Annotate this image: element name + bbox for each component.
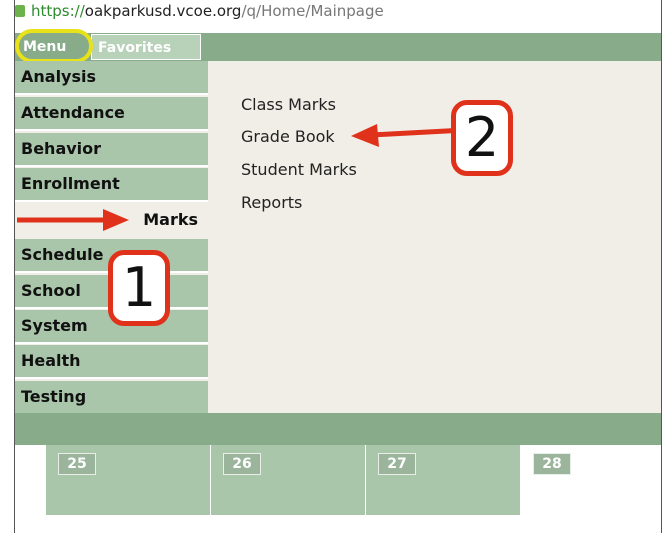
- submenu-item-grade-book[interactable]: Grade Book: [241, 127, 335, 146]
- submenu-item-reports[interactable]: Reports: [241, 193, 302, 212]
- tab-favorites[interactable]: Favorites: [91, 34, 201, 60]
- url-host: oakparkusd.vcoe.org: [84, 2, 242, 20]
- submenu-item-student-marks[interactable]: Student Marks: [241, 160, 357, 179]
- sidebar-menu: Analysis Attendance Behavior Enrollment …: [15, 61, 208, 415]
- submenu-panel: Class Marks Grade Book Student Marks Rep…: [208, 61, 661, 413]
- calendar-day-number: 25: [58, 453, 96, 475]
- sidebar-item-health[interactable]: Health: [15, 345, 208, 379]
- sidebar-item-attendance[interactable]: Attendance: [15, 97, 208, 131]
- step-2-callout: 2: [451, 100, 513, 176]
- calendar-day-cell[interactable]: 26: [210, 445, 366, 515]
- lock-icon: [15, 5, 25, 17]
- submenu-item-class-marks[interactable]: Class Marks: [241, 95, 336, 114]
- calendar-header-bar: [15, 413, 661, 445]
- calendar-day-number: 26: [223, 453, 261, 475]
- address-bar[interactable]: https://oakparkusd.vcoe.org/q/Home/Mainp…: [15, 0, 661, 22]
- marks-arrow-icon: [17, 209, 129, 231]
- calendar-day-cell[interactable]: 27: [365, 445, 521, 515]
- sidebar-item-enrollment[interactable]: Enrollment: [15, 168, 208, 202]
- calendar-day-number: 27: [378, 453, 416, 475]
- calendar-day-cell[interactable]: 25: [45, 445, 211, 515]
- browser-frame: https://oakparkusd.vcoe.org/q/Home/Mainp…: [14, 0, 662, 533]
- sidebar-item-behavior[interactable]: Behavior: [15, 133, 208, 167]
- sidebar-item-testing[interactable]: Testing: [15, 381, 208, 415]
- url-path: /q/Home/Mainpage: [241, 2, 384, 20]
- calendar-day-number: 28: [533, 453, 571, 475]
- calendar-day-cell[interactable]: 28: [520, 445, 661, 515]
- sidebar-item-analysis[interactable]: Analysis: [15, 61, 208, 95]
- step-1-callout: 1: [108, 250, 170, 326]
- menu-highlight-circle: [15, 29, 93, 63]
- url-scheme: https://: [31, 2, 85, 20]
